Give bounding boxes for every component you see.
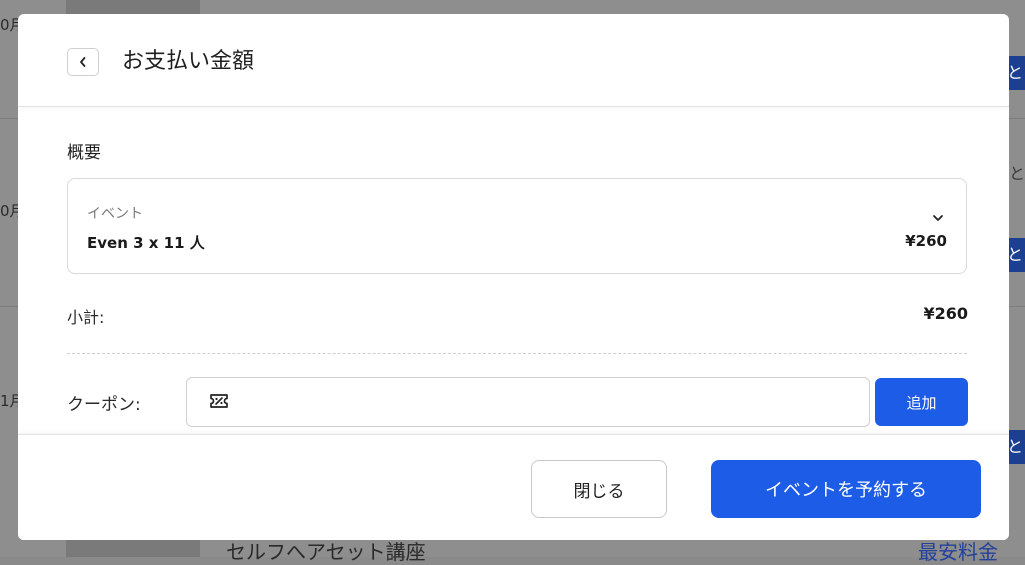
- subtotal-label: 小計:: [67, 308, 105, 327]
- event-summary-card[interactable]: イベント Even 3 x 11 人 ¥260: [67, 178, 967, 274]
- modal-footer: 閉じる イベントを予約する: [18, 434, 1009, 540]
- coupon-field[interactable]: [186, 377, 870, 427]
- coupon-label: クーポン:: [67, 395, 141, 415]
- close-button[interactable]: 閉じる: [531, 460, 667, 518]
- coupon-ticket-icon: [209, 393, 229, 413]
- book-event-button[interactable]: イベントを予約する: [711, 460, 981, 518]
- payment-modal: お支払い金額 概要 イベント Even 3 x 11 人 ¥260 小計: ¥2…: [18, 14, 1009, 540]
- thumbnail-image: [66, 0, 200, 14]
- back-button[interactable]: [67, 48, 99, 76]
- summary-heading: 概要: [67, 143, 101, 163]
- subtotal-value: ¥260: [923, 304, 968, 323]
- thumbnail-image: [66, 540, 200, 557]
- background-event-title: セルフへアセット講座: [226, 540, 426, 564]
- background-side-text: と: [1008, 164, 1025, 183]
- event-price: ¥260: [905, 232, 947, 250]
- event-category-label: イベント: [87, 206, 143, 222]
- coupon-input[interactable]: [237, 386, 861, 420]
- background-price-link: 最安料金: [918, 540, 998, 564]
- chevron-left-icon: [78, 53, 88, 72]
- modal-header: お支払い金額: [18, 14, 1009, 107]
- event-name: Even 3 x 11 人: [87, 234, 205, 252]
- chevron-down-icon[interactable]: [932, 207, 944, 226]
- divider: [67, 353, 967, 354]
- modal-title: お支払い金額: [122, 49, 255, 74]
- add-coupon-button[interactable]: 追加: [875, 378, 968, 426]
